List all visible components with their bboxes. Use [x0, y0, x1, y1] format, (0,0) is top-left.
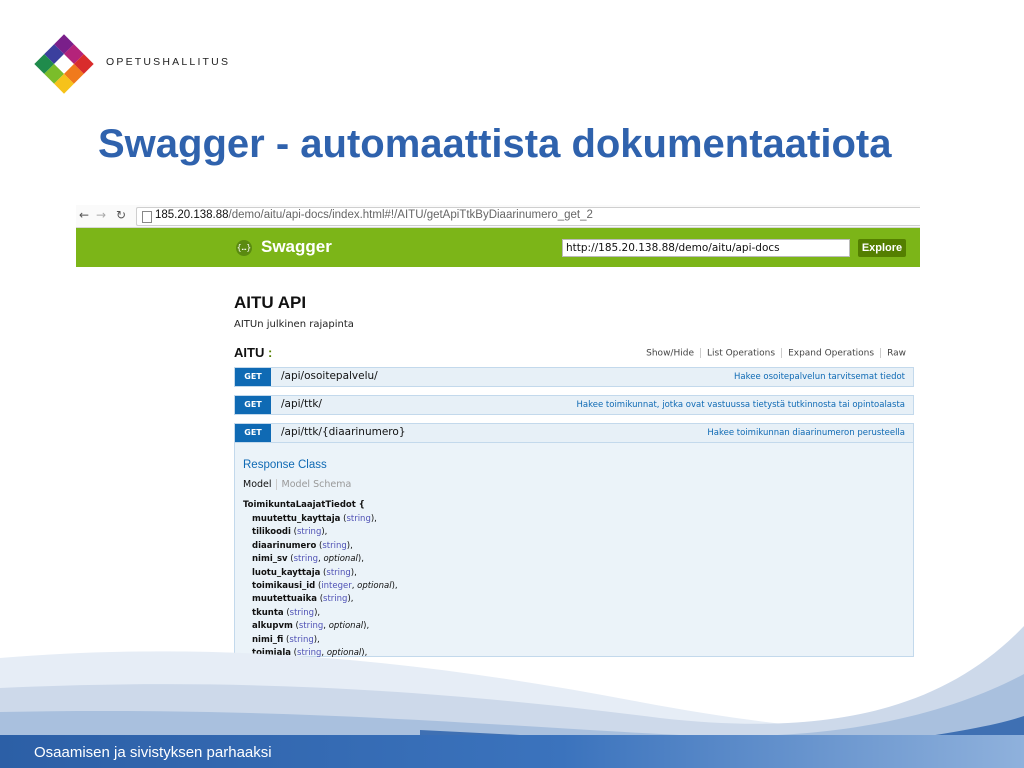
- raw-link[interactable]: Raw: [887, 349, 906, 359]
- address-bar[interactable]: 185.20.138.88/demo/aitu/api-docs/index.h…: [136, 207, 920, 226]
- response-class-heading: Response Class: [243, 459, 327, 471]
- property-type: string: [293, 554, 319, 565]
- tab-model-schema[interactable]: Model Schema: [275, 479, 352, 490]
- property-name: tilikoodi: [252, 527, 291, 538]
- operation-summary[interactable]: Hakee toimikunnat, jotka ovat vastuussa …: [577, 400, 905, 410]
- footer-tagline: Osaamisen ja sivistyksen parhaaksi: [34, 744, 272, 761]
- operation-summary[interactable]: Hakee toimikunnan diaarinumeron perustee…: [707, 428, 905, 438]
- list-operations-link[interactable]: List Operations: [707, 349, 775, 359]
- arrow-left-icon[interactable]: ←: [79, 208, 89, 222]
- address-url: 185.20.138.88/demo/aitu/api-docs/index.h…: [155, 209, 593, 221]
- model-property: nimi_sv (string, optional),: [252, 554, 364, 565]
- api-url-input[interactable]: [562, 239, 850, 257]
- page-icon: [142, 211, 152, 223]
- property-type: string: [346, 514, 371, 524]
- operation-summary[interactable]: Hakee osoitepalvelun tarvitsemat tiedot: [734, 372, 905, 382]
- property-optional: optional: [323, 554, 358, 565]
- resource-name[interactable]: AITU :: [234, 345, 272, 360]
- model-property: diaarinumero (string),: [252, 540, 353, 551]
- opetushallitus-logo: [34, 34, 94, 94]
- model-property: muutettu_kayttaja (string),: [252, 514, 377, 524]
- api-title: AITU API: [234, 293, 307, 312]
- swagger-logo-icon: {…}: [236, 240, 252, 256]
- resource-label: AITU: [234, 345, 265, 360]
- property-name: diaarinumero: [252, 540, 317, 551]
- property-type: string: [326, 567, 351, 578]
- model-property: tilikoodi (string),: [252, 527, 328, 538]
- property-name: nimi_sv: [252, 554, 288, 565]
- brand-name: OPETUSHALLITUS: [106, 56, 231, 68]
- swagger-name: Swagger: [261, 237, 332, 256]
- swagger-header: {…} Swagger Explore: [76, 228, 920, 267]
- api-description: AITUn julkinen rajapinta: [234, 319, 354, 330]
- operation-path[interactable]: /api/osoitepalvelu/: [281, 370, 378, 382]
- property-type: string: [296, 527, 322, 538]
- property-name: luotu_kayttaja: [252, 567, 321, 578]
- model-tabs: Model Model Schema: [243, 479, 352, 490]
- divider: [699, 348, 701, 358]
- divider: [781, 348, 783, 358]
- resource-colon: :: [267, 345, 273, 360]
- tab-model[interactable]: Model: [243, 479, 272, 490]
- url-path: /demo/aitu/api-docs/index.html#!/AITU/ge…: [228, 209, 593, 221]
- operation-path[interactable]: /api/ttk/{diaarinumero}: [281, 426, 406, 438]
- get-method-badge[interactable]: GET: [235, 368, 271, 386]
- browser-toolbar: ← → ↻ 185.20.138.88/demo/aitu/api-docs/i…: [76, 205, 920, 228]
- get-method-badge[interactable]: GET: [235, 396, 271, 414]
- explore-button[interactable]: Explore: [858, 239, 906, 257]
- model-name: ToimikuntaLaajatTiedot {: [243, 500, 365, 510]
- resource-links: Show/Hide List Operations Expand Operation…: [646, 348, 906, 359]
- operation-row[interactable]: GET /api/osoitepalvelu/ Hakee osoitepalv…: [234, 367, 914, 387]
- arrow-right-icon[interactable]: →: [96, 208, 106, 222]
- operation-row[interactable]: GET /api/ttk/ Hakee toimikunnat, jotka o…: [234, 395, 914, 415]
- reload-icon[interactable]: ↻: [116, 208, 126, 222]
- model-property: luotu_kayttaja (string),: [252, 567, 357, 578]
- url-host: 185.20.138.88: [155, 209, 229, 221]
- expand-operations-link[interactable]: Expand Operations: [788, 349, 874, 359]
- operation-row-expanded[interactable]: GET /api/ttk/{diaarinumero} Hakee toimik…: [234, 423, 914, 443]
- operation-path[interactable]: /api/ttk/: [281, 398, 322, 410]
- divider: [880, 348, 882, 358]
- property-name: muutettu_kayttaja: [252, 514, 341, 524]
- show-hide-link[interactable]: Show/Hide: [646, 349, 694, 359]
- get-method-badge[interactable]: GET: [235, 424, 271, 442]
- slide-title: Swagger - automaattista dokumentaatiota: [98, 122, 892, 166]
- property-type: string: [322, 540, 347, 551]
